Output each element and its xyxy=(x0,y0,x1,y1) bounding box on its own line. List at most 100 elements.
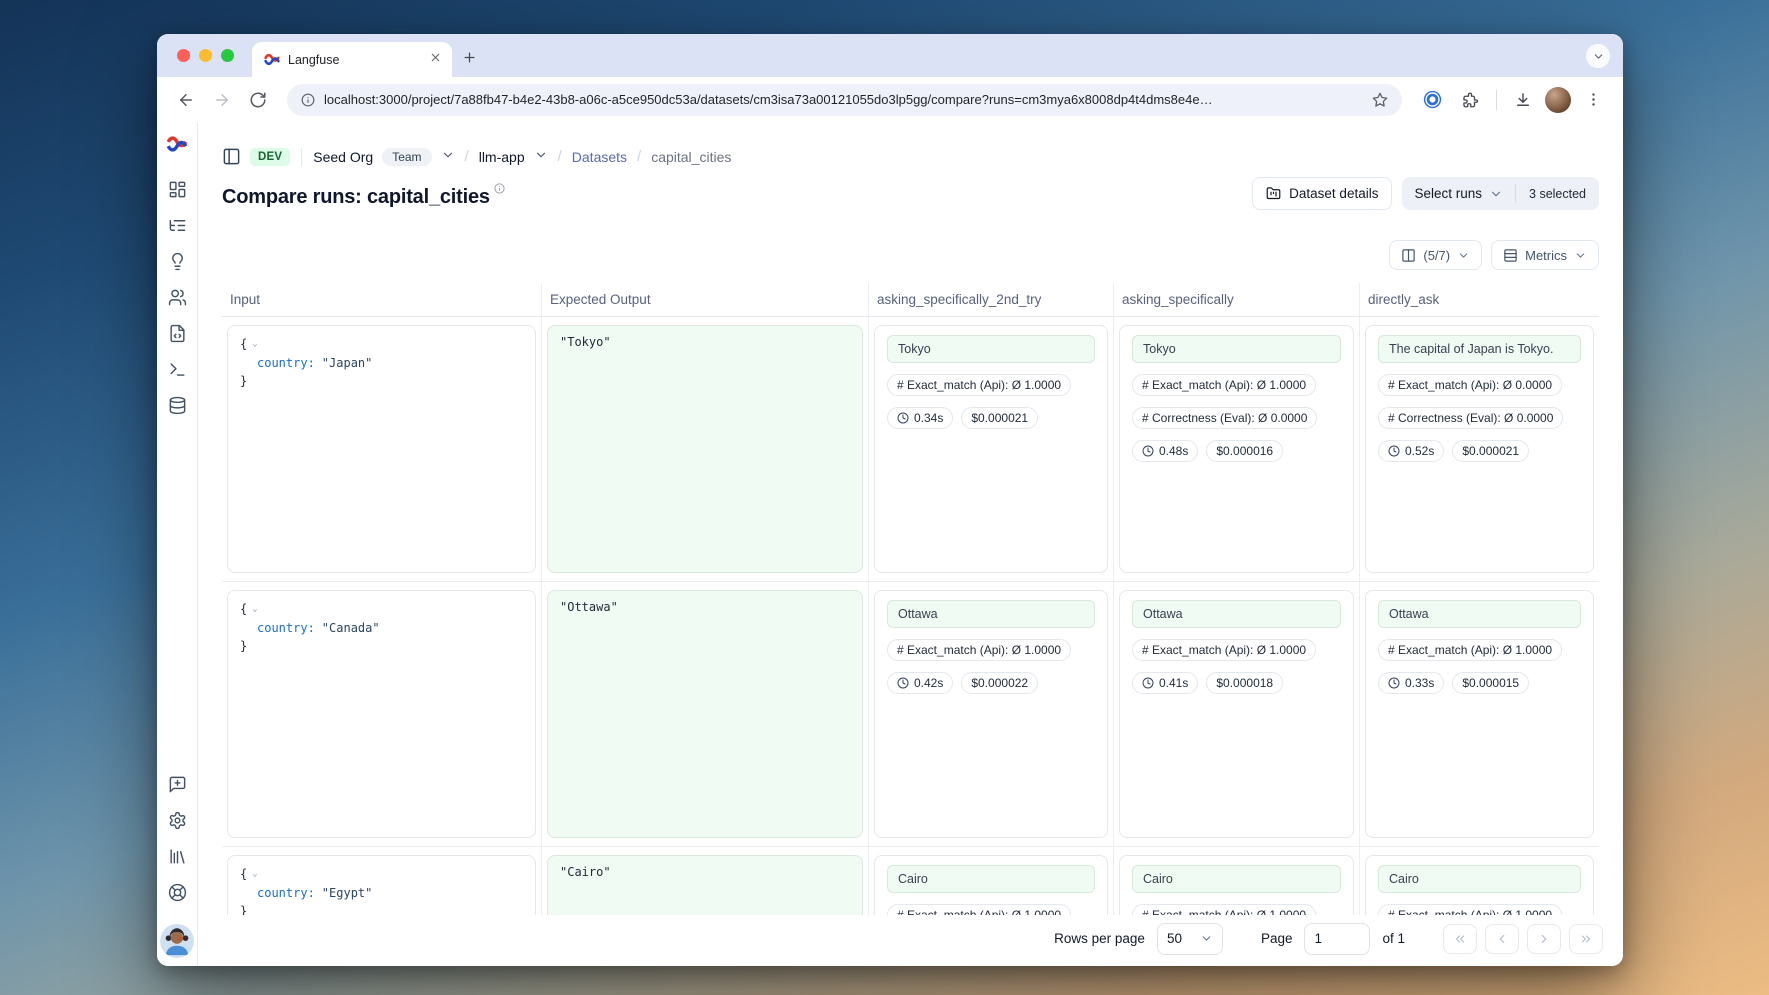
run-cell[interactable]: Ottawa # Exact_match (Api): Ø 1.0000 0.4… xyxy=(1114,582,1360,846)
selected-count: 3 selected xyxy=(1516,187,1599,201)
column-header-run-1[interactable]: asking_specifically_2nd_try xyxy=(869,283,1114,316)
run-cell[interactable]: Tokyo # Exact_match (Api): Ø 1.0000 0.34… xyxy=(869,317,1114,581)
zoom-window-button[interactable] xyxy=(221,49,234,62)
cost-badge: $0.000018 xyxy=(1206,672,1283,694)
back-button[interactable] xyxy=(171,85,201,115)
run-output[interactable]: Cairo xyxy=(1378,865,1581,893)
title-info-icon[interactable] xyxy=(494,177,505,200)
latency-badge: 0.33s xyxy=(1378,672,1444,694)
run-cell[interactable]: Tokyo # Exact_match (Api): Ø 1.0000 # Co… xyxy=(1114,317,1360,581)
json-collapse-icon[interactable]: ⌄ xyxy=(252,339,257,349)
score-badge: # Exact_match (Api): Ø 1.0000 xyxy=(887,904,1071,915)
minimize-window-button[interactable] xyxy=(199,49,212,62)
score-badge: # Correctness (Eval): Ø 0.0000 xyxy=(1132,407,1317,429)
run-cell[interactable]: Cairo # Exact_match (Api): Ø 1.0000 xyxy=(1114,847,1360,915)
sidebar-item-dashboard[interactable] xyxy=(160,171,194,207)
forward-button[interactable] xyxy=(207,85,237,115)
breadcrumb-dataset-name[interactable]: capital_cities xyxy=(651,149,731,165)
browser-menu-icon[interactable] xyxy=(1577,84,1609,116)
metrics-button[interactable]: Metrics xyxy=(1491,240,1599,270)
column-header-run-3[interactable]: directly_ask xyxy=(1360,283,1599,316)
expected-output-cell[interactable]: "Cairo" xyxy=(542,847,869,915)
sidebar-item-evaluation[interactable] xyxy=(160,243,194,279)
breadcrumb-divider xyxy=(301,148,302,166)
browser-tab[interactable]: Langfuse xyxy=(252,42,452,77)
run-cell[interactable]: Cairo # Exact_match (Api): Ø 1.0000 xyxy=(869,847,1114,915)
cost-badge: $0.000022 xyxy=(961,672,1038,694)
latency-badge: 0.34s xyxy=(887,407,953,429)
expected-output-cell[interactable]: "Ottawa" xyxy=(542,582,869,846)
select-runs-control: Select runs 3 selected xyxy=(1402,177,1599,210)
project-chevron-down-icon[interactable] xyxy=(534,148,548,165)
next-page-button[interactable] xyxy=(1527,924,1561,954)
extensions-puzzle-icon[interactable] xyxy=(1454,84,1486,116)
sidebar-item-docs[interactable] xyxy=(160,838,194,874)
column-header-expected-output[interactable]: Expected Output xyxy=(542,283,869,316)
pagination-footer: Rows per page 50 Page of 1 xyxy=(198,915,1623,966)
browser-profile-avatar[interactable] xyxy=(1545,87,1571,113)
close-window-button[interactable] xyxy=(177,49,190,62)
sidebar-item-feedback[interactable] xyxy=(160,766,194,802)
tab-close-icon[interactable] xyxy=(429,51,442,69)
project-name[interactable]: llm-app xyxy=(479,149,525,165)
dataset-details-button[interactable]: Dataset details xyxy=(1252,177,1392,210)
sidebar-item-datasets[interactable] xyxy=(160,387,194,423)
page-label: Page xyxy=(1261,931,1293,946)
sidebar-toggle-icon[interactable] xyxy=(222,147,241,166)
folder-kanban-icon xyxy=(1266,186,1281,201)
run-output[interactable]: Tokyo xyxy=(1132,335,1341,363)
bookmark-star-icon[interactable] xyxy=(1372,92,1388,108)
org-name[interactable]: Seed Org xyxy=(313,149,373,165)
json-collapse-icon[interactable]: ⌄ xyxy=(252,604,257,614)
input-cell[interactable]: {⌄ country:"Egypt" } xyxy=(222,847,542,915)
select-runs-button[interactable]: Select runs xyxy=(1402,177,1515,210)
sidebar-rail xyxy=(157,122,198,966)
run-cell[interactable]: Ottawa # Exact_match (Api): Ø 1.0000 0.4… xyxy=(869,582,1114,846)
input-cell[interactable]: {⌄ country:"Japan" } xyxy=(222,317,542,581)
site-info-icon[interactable] xyxy=(301,93,315,107)
column-header-input[interactable]: Input xyxy=(222,283,542,316)
downloads-icon[interactable] xyxy=(1507,84,1539,116)
run-cell[interactable]: Cairo # Exact_match (Api): Ø 1.0000 xyxy=(1360,847,1599,915)
reload-button[interactable] xyxy=(243,85,273,115)
user-avatar[interactable] xyxy=(160,924,194,958)
run-output[interactable]: Ottawa xyxy=(887,600,1095,628)
score-badge: # Correctness (Eval): Ø 0.0000 xyxy=(1378,407,1563,429)
run-cell[interactable]: Ottawa # Exact_match (Api): Ø 1.0000 0.3… xyxy=(1360,582,1599,846)
run-output[interactable]: The capital of Japan is Tokyo. xyxy=(1378,335,1581,363)
traffic-lights xyxy=(177,49,234,62)
json-collapse-icon[interactable]: ⌄ xyxy=(252,869,257,879)
toolbar-divider xyxy=(1496,90,1497,110)
chevron-down-icon xyxy=(1200,932,1213,945)
last-page-button[interactable] xyxy=(1569,924,1603,954)
run-cell[interactable]: The capital of Japan is Tokyo. # Exact_m… xyxy=(1360,317,1599,581)
langfuse-logo[interactable] xyxy=(166,134,188,154)
password-manager-icon[interactable] xyxy=(1416,84,1448,116)
rows-per-page-select[interactable]: 50 xyxy=(1157,923,1223,955)
url-bar[interactable]: localhost:3000/project/7a88fb47-b4e2-43b… xyxy=(287,84,1402,116)
tab-search-button[interactable] xyxy=(1586,44,1610,68)
sidebar-item-playground[interactable] xyxy=(160,351,194,387)
breadcrumb-datasets-link[interactable]: Datasets xyxy=(572,149,627,165)
sidebar-item-tracing[interactable] xyxy=(160,207,194,243)
new-tab-button[interactable] xyxy=(462,50,477,70)
previous-page-button[interactable] xyxy=(1485,924,1519,954)
first-page-button[interactable] xyxy=(1443,924,1477,954)
sidebar-item-prompts[interactable] xyxy=(160,315,194,351)
page-number-input[interactable] xyxy=(1304,923,1370,955)
org-chevron-down-icon[interactable] xyxy=(441,148,455,165)
table-row: {⌄ country:"Japan" } "Tokyo" Tokyo # Exa xyxy=(222,317,1599,582)
sidebar-item-settings[interactable] xyxy=(160,802,194,838)
run-output[interactable]: Tokyo xyxy=(887,335,1095,363)
sidebar-item-users[interactable] xyxy=(160,279,194,315)
run-output[interactable]: Ottawa xyxy=(1378,600,1581,628)
expected-output-cell[interactable]: "Tokyo" xyxy=(542,317,869,581)
column-header-run-2[interactable]: asking_specifically xyxy=(1114,283,1360,316)
sidebar-item-support[interactable] xyxy=(160,874,194,910)
cost-badge: $0.000021 xyxy=(961,407,1038,429)
column-visibility-button[interactable]: (5/7) xyxy=(1389,240,1482,270)
run-output[interactable]: Cairo xyxy=(1132,865,1341,893)
input-cell[interactable]: {⌄ country:"Canada" } xyxy=(222,582,542,846)
run-output[interactable]: Cairo xyxy=(887,865,1095,893)
run-output[interactable]: Ottawa xyxy=(1132,600,1341,628)
